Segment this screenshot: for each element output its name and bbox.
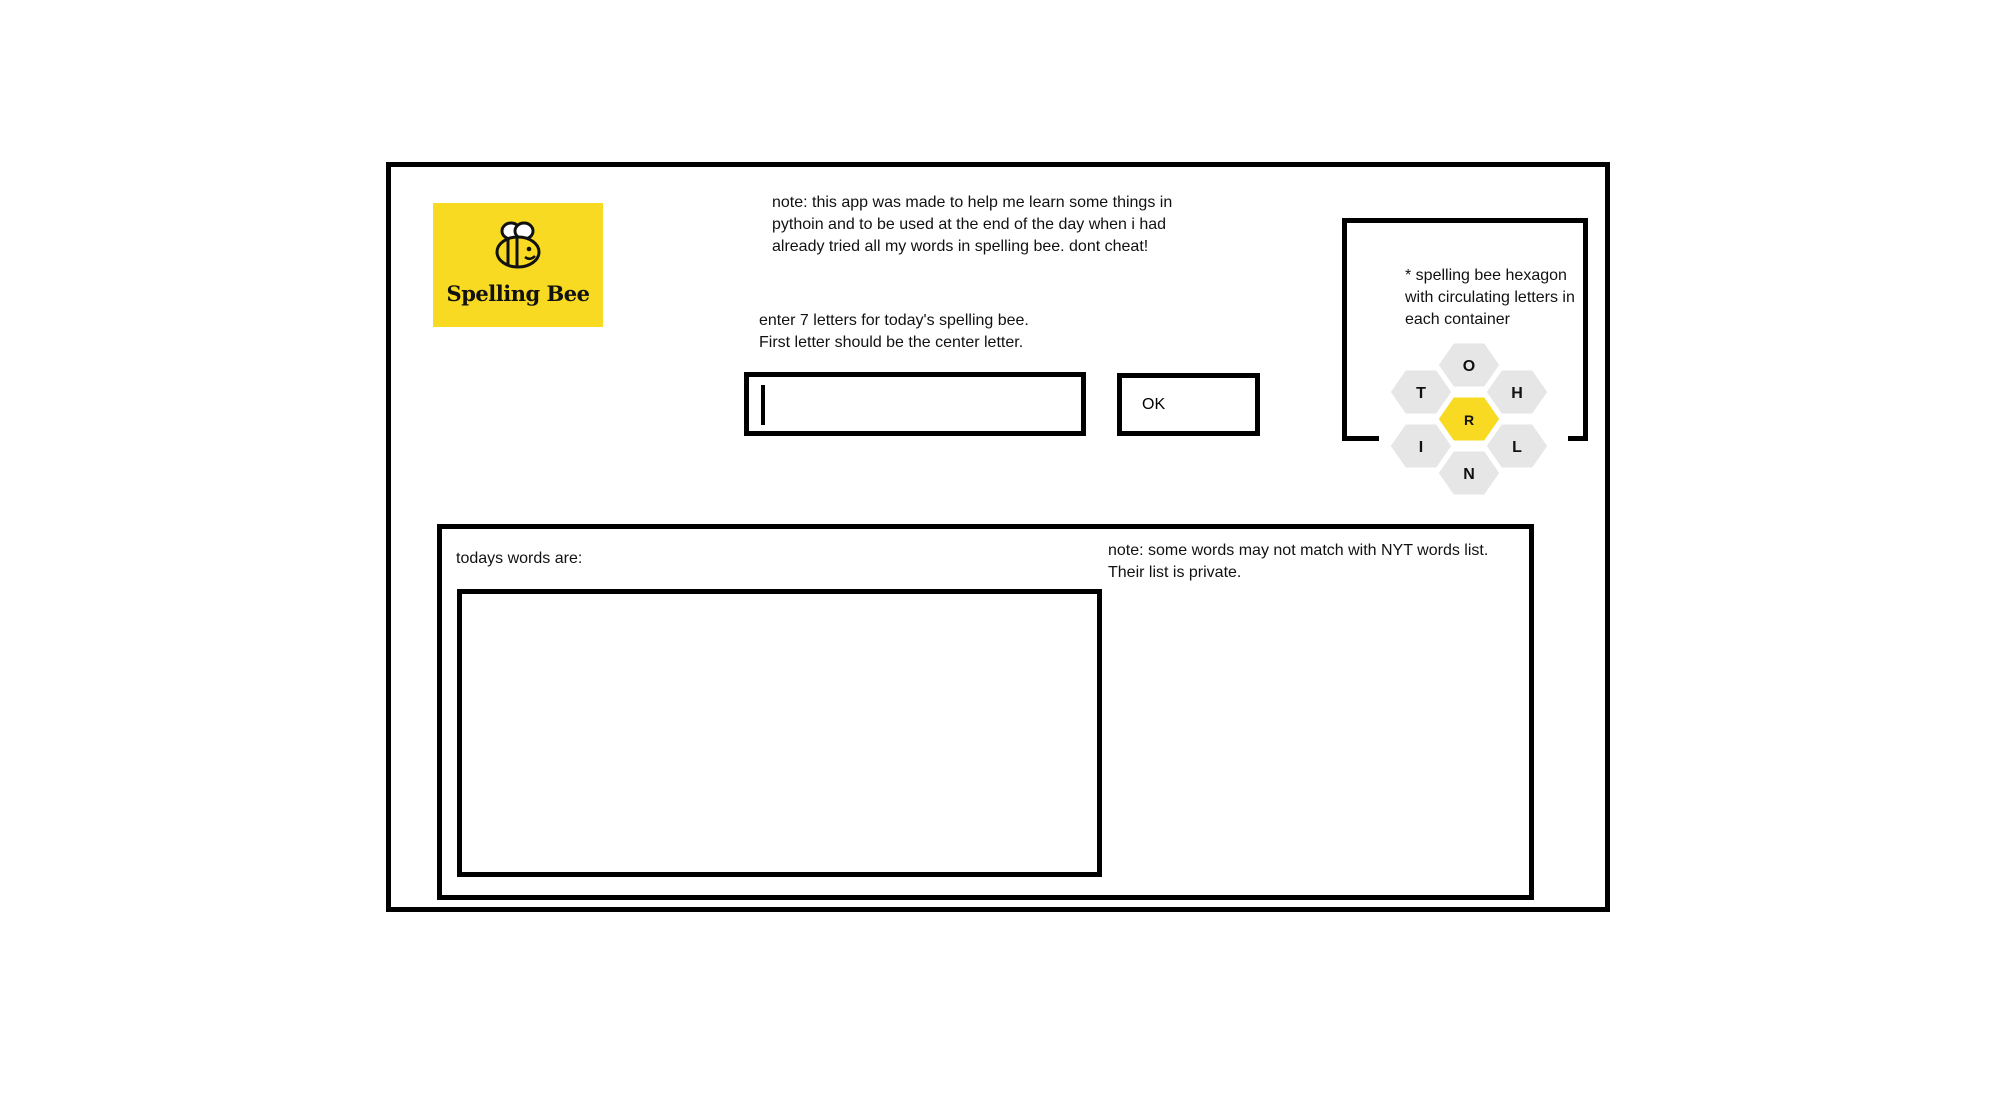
- ok-button[interactable]: OK: [1117, 373, 1260, 436]
- letters-input[interactable]: [744, 372, 1086, 436]
- hex-letter-upper-left: T: [1416, 385, 1426, 402]
- hex-letter-lower-right: L: [1512, 439, 1522, 456]
- words-label: todays words are:: [456, 550, 583, 567]
- app-note: note: this app was made to help me learn…: [772, 194, 1173, 255]
- words-note: note: some words may not match with NYT …: [1108, 542, 1489, 581]
- hexagon-note-line: with circulating letters in: [1405, 289, 1575, 306]
- hive-svg: O T H R I L N: [1387, 340, 1551, 498]
- hex-letter-bottom: N: [1463, 466, 1475, 483]
- instructions-text: enter 7 letters for today's spelling bee…: [759, 312, 1029, 351]
- hexagon-note-line: * spelling bee hexagon: [1405, 267, 1567, 284]
- hexagon-note: * spelling bee hexagon with circulating …: [1405, 265, 1587, 331]
- hex-letter-lower-left: I: [1419, 439, 1423, 456]
- letter-hive: O T H R I L N: [1387, 338, 1551, 508]
- hex-letter-center: R: [1464, 412, 1474, 428]
- hex-bottom[interactable]: N: [1435, 448, 1503, 498]
- hex-letter-top: O: [1463, 358, 1475, 375]
- spelling-bee-logo: Spelling Bee: [433, 203, 603, 327]
- logo-text: Spelling Bee: [446, 281, 590, 306]
- bee-icon: [495, 221, 541, 269]
- hex-letter-upper-right: H: [1511, 385, 1523, 402]
- words-list[interactable]: [457, 589, 1102, 877]
- hexagon-note-line: each container: [1405, 311, 1510, 328]
- text-cursor: [761, 385, 765, 425]
- hexagon-panel-border-left: [1342, 436, 1379, 441]
- hexagon-panel-border-right: [1568, 436, 1588, 441]
